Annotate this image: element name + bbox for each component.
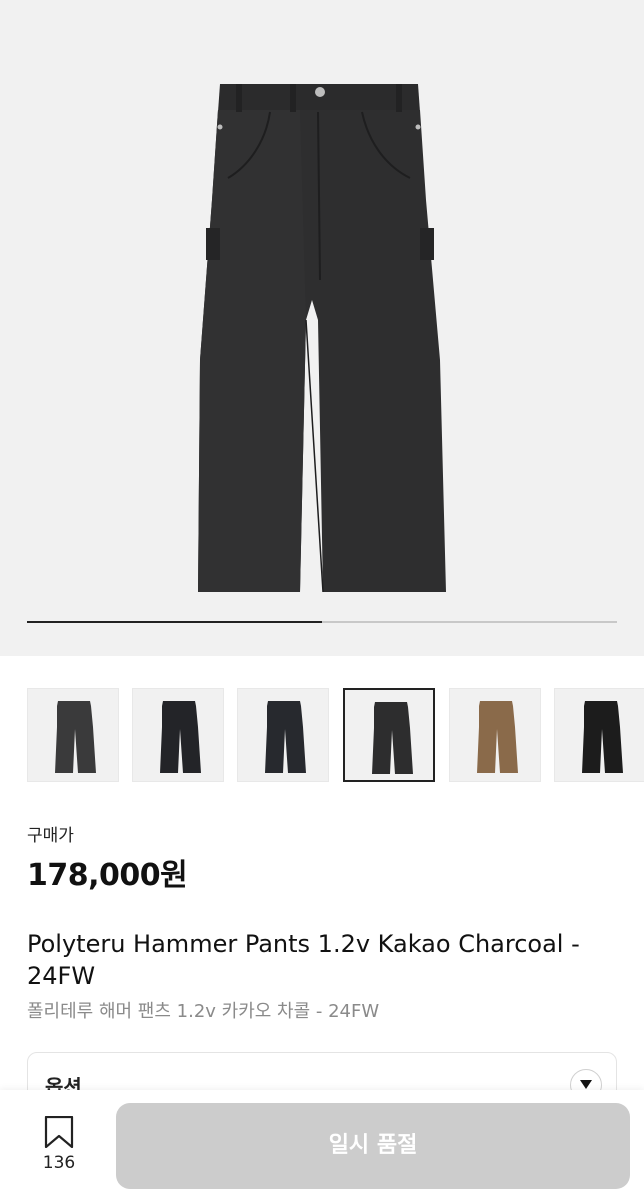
thumbnail-4[interactable] <box>343 688 435 782</box>
bottom-action-bar: 136 일시 품절 <box>0 1090 644 1200</box>
price-value: 178,000원 <box>27 858 188 893</box>
thumbnail-image <box>582 701 623 773</box>
thumbnail-3[interactable] <box>237 688 329 782</box>
thumbnail-6[interactable] <box>554 688 644 782</box>
thumbnail-1[interactable] <box>27 688 119 782</box>
thumbnail-image <box>55 701 96 773</box>
thumbnail-image <box>160 701 201 773</box>
sold-out-button[interactable]: 일시 품절 <box>116 1103 630 1189</box>
gallery-progress-bar <box>27 621 617 623</box>
product-main-image <box>198 84 446 593</box>
product-subtitle: 폴리테루 해머 팬츠 1.2v 카카오 차콜 - 24FW <box>27 1001 380 1022</box>
thumbnail-2[interactable] <box>132 688 224 782</box>
bookmark-button[interactable]: 136 <box>30 1116 88 1178</box>
product-title: Polyteru Hammer Pants 1.2v Kakao Charcoa… <box>27 930 580 990</box>
gallery-progress-fill <box>27 621 322 623</box>
bookmark-icon <box>44 1116 74 1148</box>
thumbnail-image <box>477 701 518 773</box>
thumbnail-5[interactable] <box>449 688 541 782</box>
price-label: 구매가 <box>27 826 74 846</box>
product-image-gallery[interactable] <box>0 0 644 656</box>
bookmark-count: 136 <box>42 1153 76 1173</box>
thumbnail-image <box>372 702 413 774</box>
thumbnail-image <box>265 701 306 773</box>
thumbnail-strip[interactable] <box>0 688 644 784</box>
